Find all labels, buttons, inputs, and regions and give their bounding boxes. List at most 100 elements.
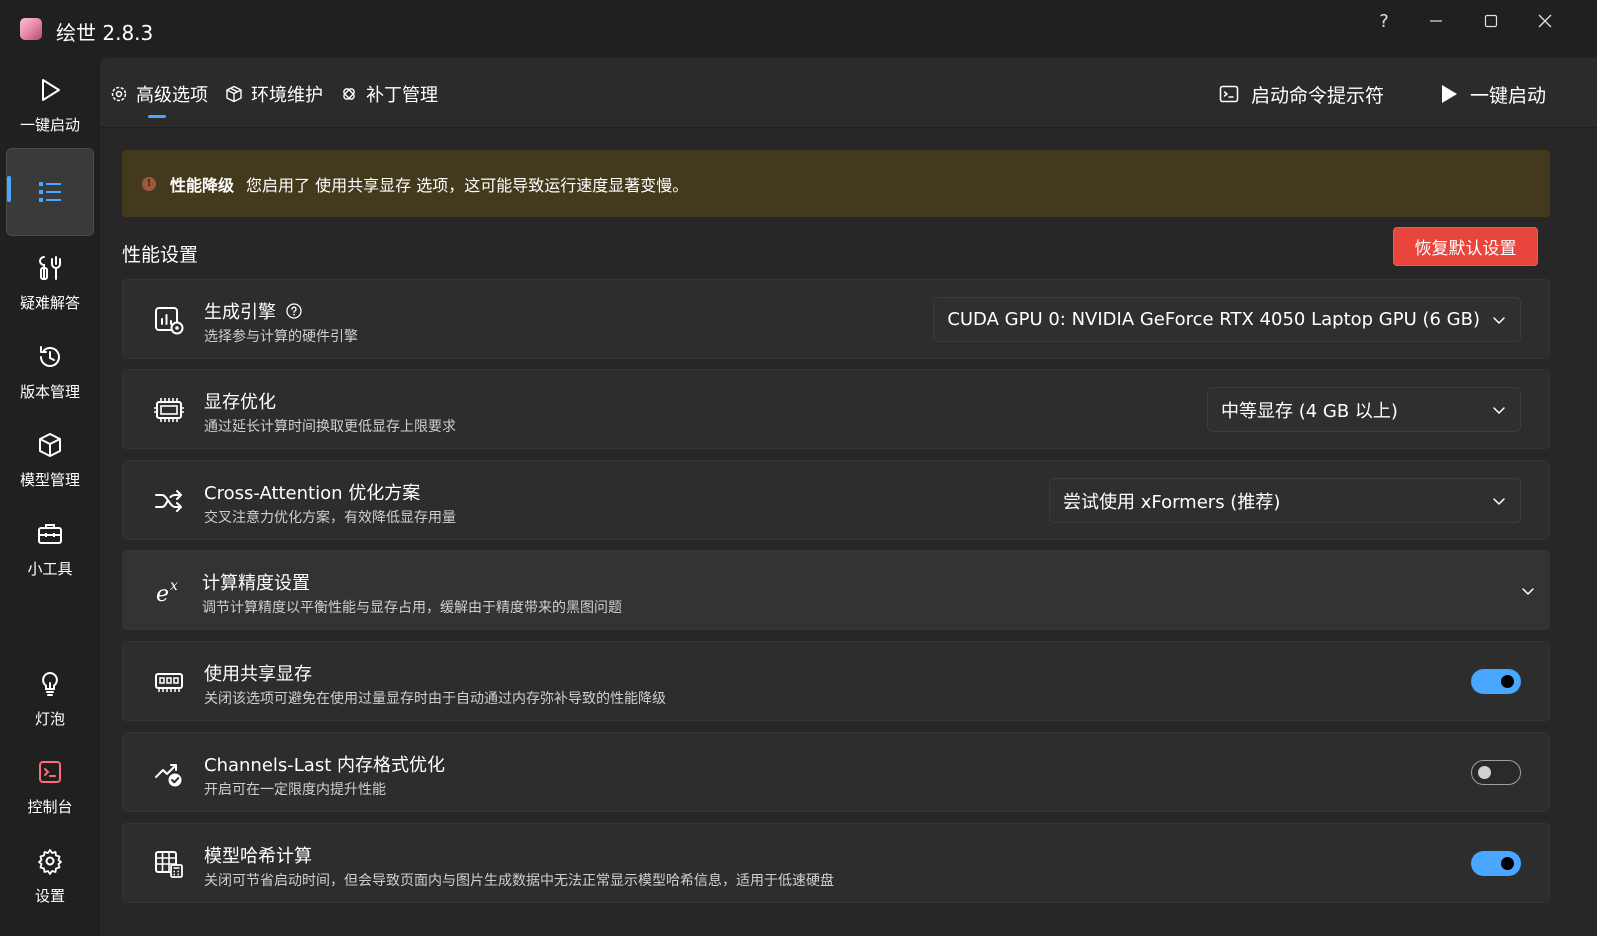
nav-label: 设置 [34, 887, 65, 905]
setting-card-precision[interactable]: e x 计算精度设置 调节计算精度以平衡性能与显存占用，缓解由于精度带来的黑图问… [122, 550, 1550, 630]
help-icon[interactable] [286, 303, 302, 319]
history-icon [36, 343, 64, 371]
nav-item-version[interactable]: 版本管理 [6, 343, 94, 402]
setting-card-cross-attention: Cross-Attention 优化方案 交叉注意力优化方案，有效降低显存用量 … [122, 460, 1550, 540]
warning-message: 您启用了 使用共享显存 选项，这可能导致运行速度显著变慢。 [246, 175, 689, 195]
shuffle-icon [153, 485, 185, 517]
exponent-icon: e x [153, 575, 185, 607]
console-icon [36, 758, 64, 786]
bulb-icon [36, 670, 64, 698]
close-icon [1538, 14, 1552, 28]
trend-check-icon [153, 757, 185, 789]
select-value: CUDA GPU 0: NVIDIA GeForce RTX 4050 Lapt… [947, 309, 1480, 330]
play-icon [36, 76, 64, 104]
setting-card-shared-vram: 使用共享显存 关闭该选项可避免在使用过量显存时由于自动通过内存弥补导致的性能降级 [122, 641, 1550, 721]
setting-description: 交叉注意力优化方案，有效降低显存用量 [204, 510, 456, 526]
gear-icon [36, 847, 64, 875]
setting-description: 关闭该选项可避免在使用过量显存时由于自动通过内存弥补导致的性能降级 [204, 691, 666, 707]
tab-label: 高级选项 [136, 85, 208, 106]
setting-title: 使用共享显存 [204, 664, 312, 685]
memory-chip-icon [153, 394, 185, 426]
launch-label: 一键启动 [1470, 84, 1547, 107]
setting-title: 生成引擎 [204, 298, 302, 324]
toggle-knob [1501, 675, 1514, 688]
package-icon [225, 85, 243, 103]
setting-card-model-hash: 模型哈希计算 关闭可节省启动时间，但会导致页面内与图片生成数据中无法正常显示模型… [122, 823, 1550, 903]
setting-title: Cross-Attention 优化方案 [204, 483, 421, 504]
terminal-icon [1219, 84, 1239, 104]
setting-description: 开启可在一定限度内提升性能 [204, 782, 386, 798]
nav-label: 小工具 [27, 560, 73, 578]
select-value: 尝试使用 xFormers (推荐) [1063, 491, 1281, 513]
title-bar: 绘世 2.8.3 ? [0, 0, 1597, 58]
vram-select[interactable]: 中等显存 (4 GB 以上) [1207, 387, 1521, 432]
nav-item-advanced[interactable] [6, 148, 94, 236]
select-value: 中等显存 (4 GB 以上) [1221, 400, 1398, 422]
reset-defaults-button[interactable]: 恢复默认设置 [1393, 227, 1538, 266]
warning-title: 性能降级 [170, 175, 235, 195]
nav-label: 一键启动 [19, 116, 80, 134]
tab-label: 补丁管理 [366, 85, 438, 106]
patch-icon [340, 85, 358, 103]
maximize-button[interactable] [1471, 6, 1511, 36]
nav-label: 灯泡 [34, 710, 65, 728]
setting-card-vram: 显存优化 通过延长计算时间换取更低显存上限要求 中等显存 (4 GB 以上) [122, 369, 1550, 449]
setting-title: 计算精度设置 [202, 573, 310, 594]
tab-active-underline [148, 115, 166, 118]
main-panel: 高级选项 环境维护 补丁管理 启动命令提示符 一键启动 ! 性能降级 您启用了 … [100, 58, 1597, 936]
tab-patches[interactable]: 补丁管理 [340, 80, 438, 108]
help-button[interactable]: ? [1364, 6, 1404, 36]
nav-item-tools[interactable]: 小工具 [6, 520, 94, 579]
svg-text:x: x [170, 578, 178, 594]
engine-select[interactable]: CUDA GPU 0: NVIDIA GeForce RTX 4050 Lapt… [933, 297, 1521, 342]
nav-item-troubleshoot[interactable]: 疑难解答 [6, 254, 94, 313]
nav-item-settings[interactable]: 设置 [6, 847, 94, 906]
nav-label: 模型管理 [19, 471, 80, 489]
one-click-launch-button[interactable]: 一键启动 [1440, 80, 1546, 108]
open-cmd-label: 启动命令提示符 [1251, 84, 1385, 107]
cross-attention-select[interactable]: 尝试使用 xFormers (推荐) [1049, 478, 1521, 523]
tab-bar: 高级选项 环境维护 补丁管理 启动命令提示符 一键启动 [100, 58, 1597, 128]
setting-title-text: 生成引擎 [204, 302, 276, 323]
svg-text:e: e [156, 582, 169, 607]
chevron-down-icon [1493, 498, 1505, 505]
sidebar-nav: 一键启动 疑难解答 版本管理 模型管理 小工具 灯泡 控制台 设置 [0, 58, 100, 936]
setting-title: 模型哈希计算 [204, 846, 312, 867]
toolbox-icon [36, 520, 64, 548]
cube-icon [36, 431, 64, 459]
shared-vram-toggle[interactable] [1471, 669, 1521, 694]
chevron-down-icon [1522, 588, 1534, 595]
tab-environment[interactable]: 环境维护 [225, 80, 323, 108]
channels-last-toggle[interactable] [1471, 760, 1521, 785]
nav-item-console[interactable]: 控制台 [6, 758, 94, 817]
nav-item-launch[interactable]: 一键启动 [6, 76, 94, 135]
nav-item-bulb[interactable]: 灯泡 [6, 670, 94, 729]
list-icon [36, 178, 64, 206]
close-button[interactable] [1525, 6, 1565, 36]
minimize-button[interactable] [1416, 6, 1456, 36]
tab-advanced[interactable]: 高级选项 [110, 80, 208, 108]
nav-label: 控制台 [27, 798, 73, 816]
tab-label: 环境维护 [251, 85, 323, 106]
table-calc-icon [153, 848, 185, 880]
gear-icon [110, 85, 128, 103]
maximize-icon [1484, 14, 1498, 28]
setting-card-engine: 生成引擎 选择参与计算的硬件引擎 CUDA GPU 0: NVIDIA GeFo… [122, 279, 1550, 359]
open-cmd-button[interactable]: 启动命令提示符 [1219, 80, 1384, 108]
toggle-knob [1478, 766, 1491, 779]
tools-icon [36, 254, 64, 282]
nav-label: 版本管理 [19, 383, 80, 401]
setting-title: 显存优化 [204, 392, 276, 413]
chevron-down-icon [1493, 407, 1505, 414]
section-title: 性能设置 [122, 244, 199, 266]
nav-item-models[interactable]: 模型管理 [6, 431, 94, 490]
setting-card-channels-last: Channels-Last 内存格式优化 开启可在一定限度内提升性能 [122, 732, 1550, 812]
chevron-down-icon [1493, 317, 1505, 324]
setting-title: Channels-Last 内存格式优化 [204, 755, 445, 776]
setting-description: 选择参与计算的硬件引擎 [204, 329, 358, 345]
app-logo [20, 18, 42, 40]
model-hash-toggle[interactable] [1471, 851, 1521, 876]
warning-icon: ! [142, 176, 156, 191]
setting-description: 关闭可节省启动时间，但会导致页面内与图片生成数据中无法正常显示模型哈希信息，适用… [204, 873, 834, 889]
nav-active-indicator [7, 176, 11, 202]
